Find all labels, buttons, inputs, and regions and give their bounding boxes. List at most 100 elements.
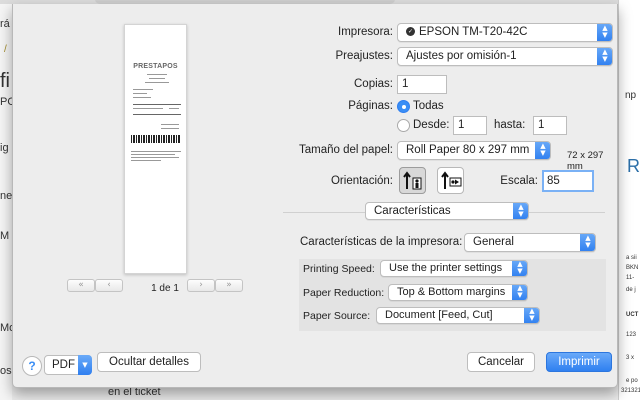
- copies-label: Copias:: [354, 78, 393, 90]
- preview-text-line: [133, 97, 151, 98]
- bg-text: de j: [626, 287, 636, 293]
- paper-reduction-label: Paper Reduction:: [303, 287, 385, 299]
- last-page-button[interactable]: »: [215, 279, 243, 292]
- scale-field[interactable]: 85: [542, 170, 594, 192]
- pages-range-radio[interactable]: [397, 119, 410, 132]
- bg-text: ig: [0, 142, 9, 154]
- pages-from-label: Desde:: [413, 119, 450, 131]
- bg-text: 321321: [621, 388, 640, 394]
- printer-label: Impresora:: [338, 26, 393, 38]
- bg-text: ne: [0, 190, 13, 202]
- first-page-button[interactable]: «: [67, 279, 95, 292]
- preview-text-line: [133, 89, 153, 90]
- paper-size-dimensions: 72 x 297 mm: [567, 150, 604, 172]
- preview-logo: PRESTAPOS: [133, 63, 178, 70]
- preview-text-line: [133, 93, 147, 94]
- print-button[interactable]: Imprimir: [546, 352, 612, 372]
- presets-value: Ajustes por omisión-1: [406, 50, 517, 62]
- paper-reduction-select[interactable]: Top & Bottom margins ▲ ▼: [388, 284, 528, 301]
- section-value: Características: [374, 205, 451, 217]
- bg-text: e po: [626, 378, 638, 384]
- printer-features-select[interactable]: General ▲ ▼: [464, 233, 596, 252]
- paper-source-select[interactable]: Document [Feed, Cut] ▲ ▼: [376, 307, 540, 324]
- portrait-orientation-icon: [403, 171, 422, 190]
- print-preview-page: PRESTAPOS: [124, 24, 187, 274]
- pages-all-label: Todas: [413, 100, 444, 112]
- popup-arrows-icon: ▲ ▼: [512, 285, 527, 300]
- preview-text-line: [169, 108, 179, 109]
- popup-arrows-icon: ▲ ▼: [597, 24, 612, 41]
- paper-size-select[interactable]: Roll Paper 80 x 297 mm ▲ ▼: [397, 141, 551, 160]
- background-right-panel: np R a sii BKN 11- de j UCT 123 3 x e po…: [618, 0, 640, 400]
- hide-details-button[interactable]: Ocultar detalles: [97, 352, 201, 372]
- copies-field[interactable]: 1: [397, 75, 447, 94]
- bg-text: UCT: [626, 312, 639, 318]
- paper-reduction-value: Top & Bottom margins: [397, 286, 506, 298]
- printing-speed-select[interactable]: Use the printer settings ▲ ▼: [380, 260, 528, 277]
- print-dialog: PRESTAPOS « ‹ 1 de 1 › » Impresora: ✓ EPS…: [12, 4, 618, 388]
- paper-source-value: Document [Feed, Cut]: [385, 309, 493, 321]
- presets-select[interactable]: Ajustes por omisión-1 ▲ ▼: [397, 47, 613, 66]
- bg-text: fi: [0, 70, 10, 92]
- pages-to-field[interactable]: 1: [533, 116, 567, 135]
- bg-text: 11-: [626, 275, 635, 281]
- orientation-landscape-button[interactable]: [437, 167, 464, 194]
- preview-text-line: [131, 154, 175, 155]
- popup-arrows-icon: ▲ ▼: [580, 234, 595, 251]
- bg-text: R: [627, 156, 640, 176]
- bg-text: os: [0, 365, 12, 377]
- preview-text-line: [161, 124, 179, 125]
- pages-all-radio[interactable]: [397, 100, 410, 113]
- scale-label: Escala:: [500, 175, 538, 187]
- popup-arrows-icon: ▲ ▼: [513, 203, 528, 219]
- popup-arrows-icon: ▲ ▼: [535, 142, 550, 159]
- bg-text: np: [625, 90, 637, 101]
- pdf-menu-button[interactable]: PDF ▼: [44, 355, 92, 375]
- bg-text: M: [0, 230, 10, 242]
- paper-size-value: Roll Paper 80 x 297 mm: [406, 144, 530, 156]
- popup-arrows-icon: ▲ ▼: [597, 48, 612, 65]
- preview-text-line: [131, 160, 161, 161]
- popup-arrows-icon: ▲ ▼: [524, 308, 539, 323]
- preview-barcode: [131, 135, 181, 143]
- preview-text-line: [131, 157, 179, 158]
- preview-text-line: [161, 128, 179, 129]
- preview-text-line: [131, 151, 181, 152]
- paper-source-label: Paper Source:: [303, 310, 371, 322]
- pdf-button-label: PDF: [52, 359, 75, 371]
- preview-text-line: [145, 82, 169, 83]
- pages-label: Páginas:: [348, 100, 393, 112]
- printer-status-icon: ✓: [406, 27, 415, 37]
- section-select[interactable]: Características ▲ ▼: [365, 202, 529, 220]
- bg-text: /: [4, 44, 7, 55]
- orientation-label: Orientación:: [330, 175, 393, 187]
- printing-speed-value: Use the printer settings: [389, 262, 503, 274]
- orientation-portrait-button[interactable]: [399, 167, 426, 194]
- bg-text: rá: [0, 18, 10, 30]
- printer-value: EPSON TM-T20-42C: [419, 26, 528, 38]
- landscape-orientation-icon: [441, 171, 462, 189]
- popup-arrows-icon: ▲ ▼: [512, 261, 527, 276]
- page-indicator: 1 de 1: [151, 283, 179, 294]
- printing-speed-label: Printing Speed:: [303, 263, 375, 275]
- cancel-button[interactable]: Cancelar: [467, 352, 535, 372]
- preview-text-line: [133, 104, 181, 105]
- printer-features-value: General: [473, 236, 514, 248]
- chevron-down-icon: ▼: [78, 355, 92, 375]
- bg-text: a sii: [626, 255, 637, 261]
- presets-label: Preajustes:: [335, 50, 393, 62]
- bg-text: 123: [626, 332, 637, 338]
- preview-text-line: [133, 108, 163, 109]
- printer-select[interactable]: ✓ EPSON TM-T20-42C ▲ ▼: [397, 23, 613, 42]
- next-page-button[interactable]: ›: [187, 279, 215, 292]
- pages-from-field[interactable]: 1: [453, 116, 487, 135]
- bg-text: 3 x: [626, 355, 635, 361]
- previous-page-button[interactable]: ‹: [95, 279, 123, 292]
- preview-text-line: [133, 114, 181, 115]
- pages-to-label: hasta:: [494, 119, 526, 131]
- preview-text-line: [147, 74, 167, 75]
- printer-features-label: Características de la impresora:: [300, 236, 463, 248]
- preview-text-line: [149, 78, 165, 79]
- help-button[interactable]: ?: [22, 356, 42, 376]
- bg-text: BKN: [626, 265, 639, 271]
